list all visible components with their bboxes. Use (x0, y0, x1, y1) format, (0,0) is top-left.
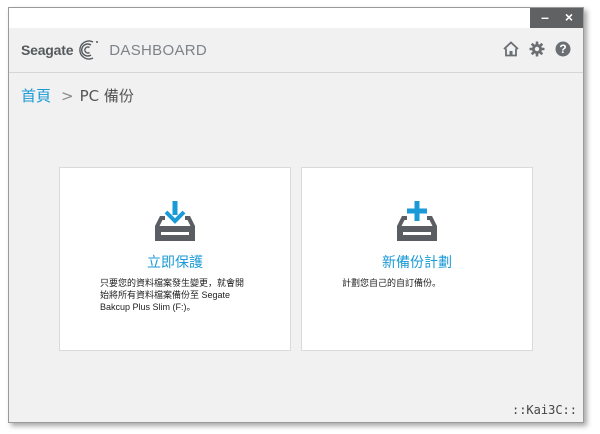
protect-now-title: 立即保護 (147, 255, 203, 271)
brand-name: Seagate (21, 42, 74, 58)
new-backup-plan-description: 計劃您自己的自訂備份。 (342, 278, 442, 288)
protect-now-description: 只要您的資料檔案發生變更，就會開始將所有資料檔案備份至 Segate Bakcu… (100, 278, 245, 312)
help-icon[interactable]: ? (554, 40, 572, 58)
window-controls: – × (530, 8, 583, 28)
breadcrumb-current: PC 備份 (79, 87, 134, 105)
app-title: DASHBOARD (109, 41, 208, 59)
title-bar[interactable]: – × (9, 8, 583, 28)
minimize-button[interactable]: – (533, 8, 557, 28)
download-drive-icon (60, 200, 290, 248)
add-drive-icon (302, 200, 532, 248)
close-button[interactable]: × (557, 8, 581, 28)
settings-gear-icon[interactable] (528, 40, 546, 58)
new-backup-plan-title: 新備份計劃 (382, 255, 452, 271)
dashboard-window: – × Seagate DASHBOARD ? 首頁 > PC 備份 立即保護 … (8, 7, 584, 423)
new-backup-plan-card[interactable]: 新備份計劃 計劃您自己的自訂備份。 (301, 167, 533, 351)
seagate-logo: Seagate DASHBOARD (21, 39, 207, 61)
seagate-swirl-icon (79, 40, 99, 60)
svg-text:?: ? (559, 42, 566, 56)
watermark-text: ::Kai3C:: (511, 403, 577, 417)
breadcrumb-home-link[interactable]: 首頁 (21, 85, 51, 106)
breadcrumb-separator: > (61, 86, 74, 105)
home-icon[interactable] (502, 40, 520, 58)
app-header: Seagate DASHBOARD ? (9, 28, 583, 73)
protect-now-card[interactable]: 立即保護 只要您的資料檔案發生變更，就會開始將所有資料檔案備份至 Segate … (59, 167, 291, 351)
breadcrumb: 首頁 > PC 備份 (21, 85, 134, 106)
